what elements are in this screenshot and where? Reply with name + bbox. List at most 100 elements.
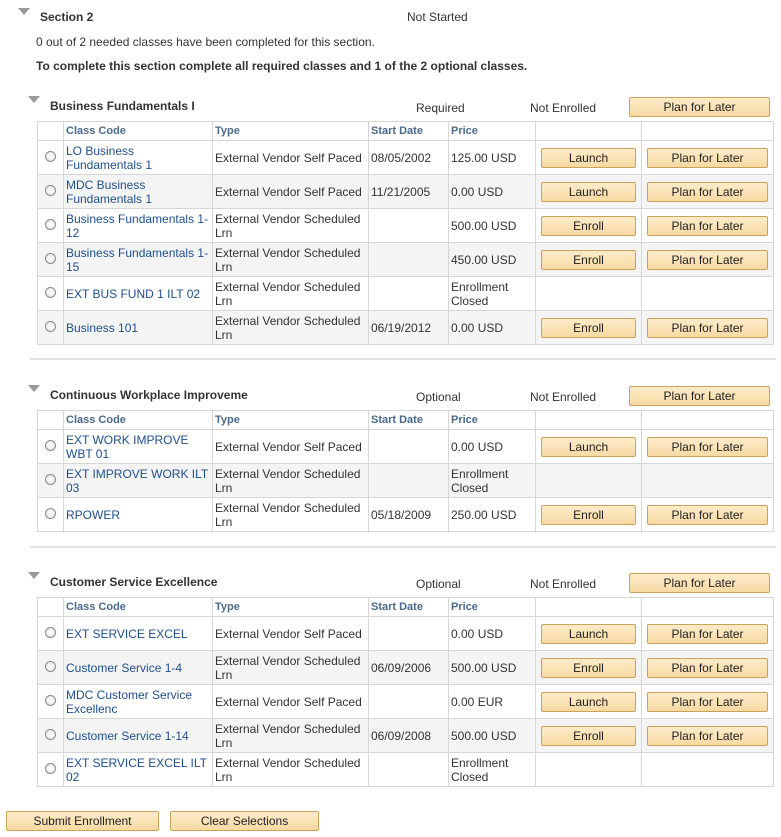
class-code-link[interactable]: Customer Service 1-4 [66, 661, 210, 675]
header-type: Type [212, 410, 369, 430]
launch-button[interactable]: Launch [541, 147, 636, 168]
enroll-button[interactable]: Enroll [541, 249, 636, 270]
clear-selections-button[interactable]: Clear Selections [170, 811, 319, 831]
header-start-date: Start Date [368, 410, 449, 430]
launch-button-cell: Launch [535, 684, 642, 719]
class-select-radio[interactable] [45, 473, 56, 485]
plan-for-later-button[interactable]: Plan for Later [647, 249, 768, 270]
plan-for-later-button[interactable]: Plan for Later [647, 215, 768, 236]
table-header-row: Class Code Type Start Date Price [37, 597, 774, 617]
class-code-link[interactable]: Business 101 [66, 321, 210, 335]
class-code-link[interactable]: EXT SERVICE EXCEL ILT 02 [66, 756, 210, 784]
class-type-cell: External Vendor Self Paced [212, 429, 369, 464]
class-type-cell: External Vendor Scheduled Lrn [212, 650, 369, 685]
class-start-date-cell [368, 242, 449, 277]
group-plan-for-later-button[interactable]: Plan for Later [629, 97, 770, 117]
group-enroll-status: Not Enrolled [530, 101, 597, 115]
group-plan-for-later-button[interactable]: Plan for Later [629, 573, 770, 593]
plan-for-later-button-cell: Plan for Later [641, 208, 774, 243]
class-code-link[interactable]: Business Fundamentals 1-15 [66, 246, 210, 274]
class-start-date-cell [368, 684, 449, 719]
class-select-radio[interactable] [45, 728, 56, 740]
submit-enrollment-button[interactable]: Submit Enrollment [6, 811, 159, 831]
plan-for-later-button[interactable]: Plan for Later [647, 504, 768, 525]
class-price: 450.00 USD [451, 252, 517, 267]
class-type-cell: External Vendor Self Paced [212, 140, 369, 175]
collapse-triangle-icon[interactable] [18, 8, 30, 15]
launch-button[interactable]: Launch [541, 623, 636, 644]
class-start-date-cell: 06/19/2012 [368, 310, 449, 345]
enroll-button-cell: Enroll [535, 310, 642, 345]
class-price-cell: 450.00 USD [448, 242, 536, 277]
class-price-cell: Enrollment Closed [448, 463, 536, 498]
class-select-radio[interactable] [45, 694, 56, 706]
class-select-radio[interactable] [45, 762, 56, 774]
class-select-radio[interactable] [45, 150, 56, 162]
plan-for-later-button[interactable]: Plan for Later [647, 691, 768, 712]
collapse-triangle-icon[interactable] [28, 385, 40, 392]
class-code-link[interactable]: MDC Business Fundamentals 1 [66, 178, 210, 206]
collapse-triangle-icon[interactable] [28, 96, 40, 103]
header-cell-action [535, 597, 642, 617]
class-code-link-cell: Business 101 [63, 310, 213, 345]
class-code-link[interactable]: Business Fundamentals 1-12 [66, 212, 210, 240]
class-code-link-cell: RPOWER [63, 497, 213, 532]
class-code-link[interactable]: Customer Service 1-14 [66, 729, 210, 743]
class-select-radio[interactable] [45, 184, 56, 196]
table-row: MDC Business Fundamentals 1 External Vend… [37, 174, 774, 209]
class-select-radio[interactable] [45, 507, 56, 519]
collapse-triangle-icon[interactable] [28, 572, 40, 579]
class-code-link[interactable]: EXT BUS FUND 1 ILT 02 [66, 287, 210, 301]
class-code-link[interactable]: MDC Customer Service Excellenc [66, 688, 210, 716]
plan-for-later-button[interactable]: Plan for Later [647, 725, 768, 746]
class-price-cell: 500.00 USD [448, 650, 536, 685]
class-code-link-cell: Customer Service 1-14 [63, 718, 213, 753]
class-code-link-cell: EXT BUS FUND 1 ILT 02 [63, 276, 213, 311]
class-code-link[interactable]: EXT IMPROVE WORK ILT 03 [66, 467, 210, 495]
plan-for-later-button[interactable]: Plan for Later [647, 436, 768, 457]
launch-button[interactable]: Launch [541, 436, 636, 457]
table-row: MDC Customer Service Excellenc External V… [37, 684, 774, 719]
class-select-radio[interactable] [45, 252, 56, 264]
plan-for-later-button[interactable]: Plan for Later [647, 317, 768, 338]
class-select-radio[interactable] [45, 626, 56, 638]
enroll-button[interactable]: Enroll [541, 215, 636, 236]
class-code-link-cell: Business Fundamentals 1-15 [63, 242, 213, 277]
plan-for-later-button[interactable]: Plan for Later [647, 623, 768, 644]
plan-for-later-button[interactable]: Plan for Later [647, 147, 768, 168]
class-code-link[interactable]: RPOWER [66, 508, 210, 522]
plan-for-later-button-cell: Plan for Later [641, 616, 774, 651]
class-type: External Vendor Scheduled Lrn [215, 500, 361, 529]
class-type-cell: External Vendor Scheduled Lrn [212, 752, 369, 787]
class-price: 125.00 USD [451, 150, 517, 165]
class-select-radio[interactable] [45, 286, 56, 298]
select-cell [37, 463, 64, 498]
plan-for-later-button-cell: Plan for Later [641, 310, 774, 345]
class-select-radio[interactable] [45, 660, 56, 672]
plan-for-later-button[interactable]: Plan for Later [647, 181, 768, 202]
class-code-link[interactable]: EXT SERVICE EXCEL [66, 627, 210, 641]
enroll-button[interactable]: Enroll [541, 725, 636, 746]
class-start-date-cell [368, 463, 449, 498]
enroll-button[interactable]: Enroll [541, 657, 636, 678]
launch-button[interactable]: Launch [541, 181, 636, 202]
launch-button[interactable]: Launch [541, 691, 636, 712]
class-start-date: 05/18/2009 [371, 507, 432, 522]
group-plan-for-later-button[interactable]: Plan for Later [629, 386, 770, 406]
enroll-button[interactable]: Enroll [541, 504, 636, 525]
class-start-date: 06/19/2012 [371, 320, 432, 335]
class-start-date-cell [368, 208, 449, 243]
header-type: Type [212, 121, 369, 141]
enroll-button-cell: Enroll [535, 497, 642, 532]
class-select-radio[interactable] [45, 439, 56, 451]
enroll-button-cell: Enroll [535, 242, 642, 277]
enroll-button[interactable]: Enroll [541, 317, 636, 338]
plan-for-later-button-cell: Plan for Later [641, 174, 774, 209]
plan-for-later-button[interactable]: Plan for Later [647, 657, 768, 678]
class-type: External Vendor Scheduled Lrn [215, 211, 361, 240]
class-code-link[interactable]: LO Business Fundamentals 1 [66, 144, 210, 172]
plan-for-later-button-cell: Plan for Later [641, 140, 774, 175]
class-select-radio[interactable] [45, 218, 56, 230]
class-select-radio[interactable] [45, 320, 56, 332]
class-code-link[interactable]: EXT WORK IMPROVE WBT 01 [66, 433, 210, 461]
